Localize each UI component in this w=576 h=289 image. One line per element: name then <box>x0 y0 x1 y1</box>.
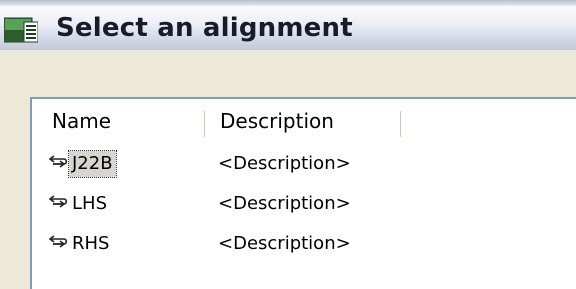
alignment-name[interactable]: RHS <box>69 231 112 257</box>
alignment-icon <box>48 195 68 208</box>
alignment-icon <box>48 155 68 168</box>
column-divider[interactable] <box>400 111 401 137</box>
alignment-description[interactable]: <Description> <box>218 231 351 257</box>
alignment-list[interactable]: Name Description J22B <Description> LHS … <box>30 97 576 289</box>
list-item[interactable]: LHS <Description> <box>32 184 576 224</box>
alignment-description[interactable]: <Description> <box>218 151 351 177</box>
alignment-name[interactable]: LHS <box>69 191 110 217</box>
alignment-icon <box>48 235 68 248</box>
list-item[interactable]: RHS <Description> <box>32 224 576 264</box>
alignment-name[interactable]: J22B <box>68 150 117 178</box>
title-bar[interactable]: Select an alignment <box>0 0 576 50</box>
alignment-description[interactable]: <Description> <box>218 191 351 217</box>
column-header-description[interactable]: Description <box>205 99 401 144</box>
app-window-icon <box>4 17 38 43</box>
window-title: Select an alignment <box>56 13 353 43</box>
title-bar-top-strip <box>0 0 576 6</box>
list-item[interactable]: J22B <Description> <box>32 144 576 184</box>
column-header-name[interactable]: Name <box>32 99 205 144</box>
list-header: Name Description <box>32 99 576 144</box>
